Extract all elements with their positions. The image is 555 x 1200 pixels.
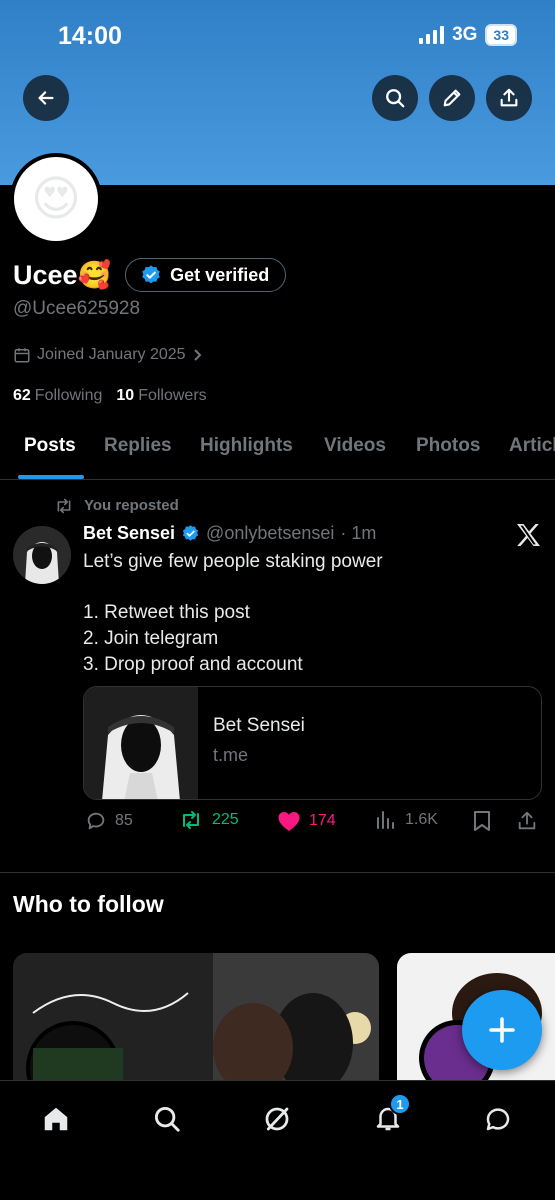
view-count: 1.6K — [405, 811, 438, 828]
repost-icon — [57, 498, 71, 513]
profile-name-row: Ucee🥰 Get verified — [13, 258, 287, 292]
battery-level: 33 — [485, 24, 517, 46]
profile-tabs: Posts Replies Highlights Videos Photos A… — [0, 425, 555, 480]
bar-chart-icon — [377, 811, 394, 829]
masked-figure-image — [84, 687, 198, 799]
search-icon — [154, 1106, 180, 1132]
home-icon — [44, 1107, 68, 1131]
share-post-button[interactable] — [516, 810, 538, 832]
back-button[interactable] — [23, 75, 69, 121]
plus-icon — [489, 1017, 515, 1043]
like-button[interactable]: 174 — [277, 810, 336, 832]
repost-label: You reposted — [84, 497, 179, 514]
views-button[interactable]: 1.6K — [375, 810, 438, 830]
nav-notifications[interactable]: 1 — [368, 1093, 411, 1139]
post-header: Bet Sensei @onlybetsensei · 1m — [83, 523, 376, 544]
followers-label: Followers — [138, 387, 207, 404]
section-divider — [0, 872, 555, 873]
follow-stats: 62 Following 10 Followers — [13, 387, 207, 405]
link-card-title: Bet Sensei — [213, 715, 305, 736]
who-to-follow-title: Who to follow — [13, 891, 164, 917]
post-line: Let’s give few people staking power — [83, 551, 383, 572]
get-verified-button[interactable]: Get verified — [125, 258, 287, 292]
verified-badge-icon — [142, 265, 160, 284]
heart-icon — [278, 812, 300, 831]
notification-badge: 1 — [389, 1093, 411, 1115]
search-button[interactable] — [372, 75, 418, 121]
pencil-icon — [443, 89, 461, 107]
repost-count: 225 — [212, 811, 239, 828]
follow-suggestion-card[interactable] — [13, 953, 379, 1093]
post-author-name[interactable]: Bet Sensei — [83, 523, 175, 544]
followers-link[interactable]: 10 Followers — [116, 387, 206, 405]
tab-articles[interactable]: Articles — [509, 435, 555, 457]
tab-photos[interactable]: Photos — [416, 435, 480, 457]
network-type: 3G — [452, 24, 478, 45]
status-time: 14:00 — [58, 22, 122, 50]
link-card-domain: t.me — [213, 745, 249, 765]
post-line: 1. Retweet this post — [83, 602, 250, 624]
grok-icon — [265, 1107, 289, 1131]
post-time: · 1m — [340, 523, 377, 543]
profile-handle: @Ucee625928 — [13, 298, 141, 319]
nav-messages[interactable] — [478, 1099, 518, 1139]
message-icon — [486, 1108, 510, 1131]
like-count: 174 — [309, 812, 336, 829]
share-icon — [518, 811, 536, 830]
link-card[interactable]: Bet Sensei t.me — [83, 686, 542, 800]
reply-count: 85 — [115, 812, 133, 829]
following-count: 62 — [13, 387, 31, 404]
reply-icon — [87, 812, 105, 830]
repost-icon — [183, 811, 199, 829]
following-label: Following — [34, 387, 103, 404]
joined-date[interactable]: Joined January 2025 — [13, 346, 204, 364]
post-line — [83, 575, 383, 601]
profile-name: Ucee🥰 — [13, 260, 112, 290]
repost-button[interactable]: 225 — [178, 810, 239, 830]
bookmark-button[interactable] — [472, 810, 492, 832]
post-line: 3. Drop proof and account — [83, 653, 303, 675]
tab-posts[interactable]: Posts — [24, 435, 76, 457]
profile-avatar[interactable]: 😍 — [10, 153, 102, 245]
x-logo-icon — [515, 523, 541, 552]
tab-videos[interactable]: Videos — [324, 435, 386, 457]
nav-search[interactable] — [147, 1099, 187, 1139]
repost-indicator: You reposted — [54, 497, 179, 514]
masked-figure-avatar-image — [13, 526, 71, 584]
signal-icon — [419, 26, 445, 44]
edit-button[interactable] — [429, 75, 475, 121]
post-line: 2. Join telegram — [83, 628, 219, 650]
active-tab-indicator — [18, 475, 84, 479]
share-icon — [500, 88, 518, 107]
compose-post-button[interactable] — [462, 990, 542, 1070]
bottom-navigation: 1 — [0, 1080, 555, 1200]
share-button[interactable] — [486, 75, 532, 121]
status-indicators: 3G 33 — [419, 24, 517, 46]
get-verified-label: Get verified — [170, 264, 270, 285]
post-actions: 85 225 174 1.6K — [0, 810, 555, 840]
tab-replies[interactable]: Replies — [104, 435, 172, 457]
suggestion-banner-image — [13, 953, 379, 1093]
chevron-right-icon — [193, 349, 201, 361]
nav-home[interactable] — [36, 1099, 76, 1139]
arrow-left-icon — [38, 91, 54, 105]
nav-grok[interactable] — [257, 1099, 297, 1139]
post-body: Let’s give few people staking power 1. R… — [83, 549, 383, 678]
post-author-avatar[interactable] — [13, 526, 71, 584]
search-icon — [386, 89, 405, 108]
joined-label: Joined January 2025 — [37, 346, 186, 363]
post-author-handle[interactable]: @onlybetsensei — [206, 523, 334, 544]
followers-count: 10 — [116, 387, 135, 404]
heart-eyes-emoji-icon: 😍 — [14, 157, 98, 241]
link-card-thumbnail — [84, 687, 198, 799]
bookmark-icon — [474, 811, 490, 831]
following-link[interactable]: 62 Following — [13, 387, 102, 405]
tab-highlights[interactable]: Highlights — [200, 435, 293, 457]
reply-button[interactable]: 85 — [85, 810, 133, 832]
calendar-icon — [14, 348, 30, 363]
verified-badge-icon — [182, 525, 199, 541]
